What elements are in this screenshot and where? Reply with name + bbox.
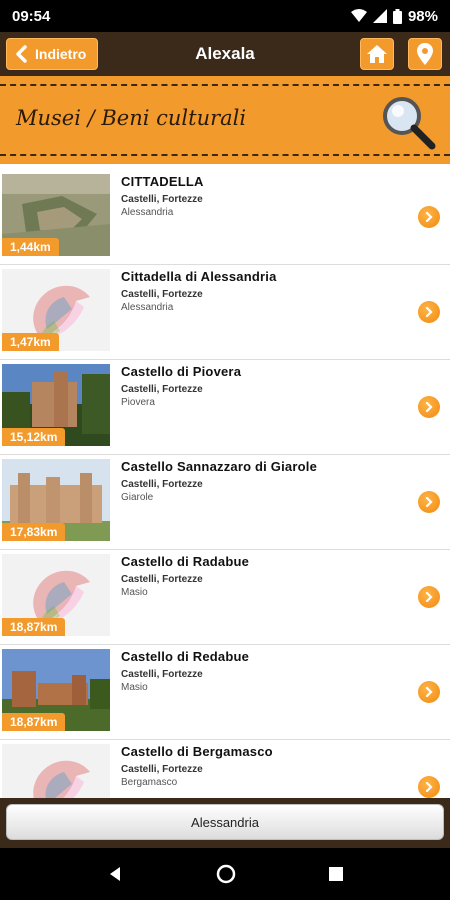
item-title: Castello di Piovera bbox=[121, 364, 242, 379]
magnifier-icon[interactable] bbox=[380, 94, 436, 150]
list-item[interactable]: 1,47km Cittadella di Alessandria Castell… bbox=[0, 265, 450, 360]
item-category: Castelli, Fortezze bbox=[121, 574, 203, 585]
chevron-right-icon[interactable] bbox=[418, 206, 440, 228]
chevron-right-icon[interactable] bbox=[418, 586, 440, 608]
thumbnail-placeholder bbox=[2, 744, 110, 800]
status-time: 09:54 bbox=[12, 7, 51, 25]
signal-icon bbox=[372, 9, 387, 23]
item-town: Alessandria bbox=[121, 207, 174, 218]
item-category: Castelli, Fortezze bbox=[121, 479, 203, 490]
map-button[interactable] bbox=[408, 38, 442, 70]
item-title: Castello di Radabue bbox=[121, 554, 250, 569]
system-nav-bar bbox=[0, 848, 450, 900]
item-category: Castelli, Fortezze bbox=[121, 384, 203, 395]
distance-badge: 1,47km bbox=[2, 333, 59, 351]
home-icon bbox=[367, 45, 387, 63]
item-category: Castelli, Fortezze bbox=[121, 194, 203, 205]
status-bar: 09:54 98% bbox=[0, 0, 450, 32]
back-button[interactable]: Indietro bbox=[6, 38, 98, 70]
battery-level: 98% bbox=[407, 7, 438, 25]
thumbnail-placeholder: 18,87km bbox=[2, 554, 110, 636]
item-title: Castello Sannazzaro di Giarole bbox=[121, 459, 317, 474]
distance-badge: 15,12km bbox=[2, 428, 66, 446]
item-title: Cittadella di Alessandria bbox=[121, 269, 277, 284]
section-title: Musei / Beni culturali bbox=[16, 106, 247, 130]
list-item[interactable]: 18,87km Castello di Redabue Castelli, Fo… bbox=[0, 645, 450, 740]
item-town: Masio bbox=[121, 587, 148, 598]
list-item[interactable]: 1,44km CITTADELLA Castelli, Fortezze Ale… bbox=[0, 170, 450, 265]
thumbnail-placeholder: 1,47km bbox=[2, 269, 110, 351]
section-header: Musei / Beni culturali bbox=[0, 76, 450, 164]
chevron-right-icon[interactable] bbox=[418, 396, 440, 418]
thumbnail-castle-photo: 17,83km bbox=[2, 459, 110, 541]
list-item[interactable]: 17,83km Castello Sannazzaro di Giarole C… bbox=[0, 455, 450, 550]
battery-icon bbox=[392, 8, 402, 24]
back-button-label: Indietro bbox=[35, 46, 87, 62]
home-circle-icon[interactable] bbox=[216, 864, 236, 884]
recents-square-icon[interactable] bbox=[328, 866, 344, 882]
item-town: Alessandria bbox=[121, 302, 174, 313]
poi-list: 1,44km CITTADELLA Castelli, Fortezze Ale… bbox=[0, 170, 450, 800]
item-town: Piovera bbox=[121, 397, 155, 408]
dashed-divider bbox=[0, 84, 450, 86]
item-title: CITTADELLA bbox=[121, 174, 204, 189]
chevron-right-icon[interactable] bbox=[418, 776, 440, 798]
chevron-left-icon bbox=[16, 45, 27, 63]
distance-badge: 1,44km bbox=[2, 238, 59, 256]
thumbnail-castle-photo: 15,12km bbox=[2, 364, 110, 446]
back-triangle-icon[interactable] bbox=[106, 865, 124, 883]
item-category: Castelli, Fortezze bbox=[121, 289, 203, 300]
map-pin-icon bbox=[417, 43, 433, 65]
distance-badge: 18,87km bbox=[2, 713, 66, 731]
bottom-bar: Alessandria bbox=[0, 798, 450, 848]
distance-badge: 18,87km bbox=[2, 618, 66, 636]
chevron-right-icon[interactable] bbox=[418, 301, 440, 323]
item-title: Castello di Redabue bbox=[121, 649, 250, 664]
app-bar: Indietro Alexala bbox=[0, 32, 450, 76]
item-town: Bergamasco bbox=[121, 777, 178, 788]
list-item[interactable]: Castello di Bergamasco Castelli, Fortezz… bbox=[0, 740, 450, 800]
item-town: Giarole bbox=[121, 492, 154, 503]
thumbnail-aerial-fortress: 1,44km bbox=[2, 174, 110, 256]
parrot-logo-icon bbox=[2, 744, 110, 800]
status-icons: 98% bbox=[350, 7, 438, 25]
list-item[interactable]: 18,87km Castello di Radabue Castelli, Fo… bbox=[0, 550, 450, 645]
wifi-icon bbox=[350, 9, 367, 22]
list-item[interactable]: 15,12km Castello di Piovera Castelli, Fo… bbox=[0, 360, 450, 455]
thumbnail-castle-photo: 18,87km bbox=[2, 649, 110, 731]
chevron-right-icon[interactable] bbox=[418, 681, 440, 703]
dashed-divider bbox=[0, 154, 450, 156]
item-category: Castelli, Fortezze bbox=[121, 764, 203, 775]
item-title: Castello di Bergamasco bbox=[121, 744, 273, 759]
home-button[interactable] bbox=[360, 38, 394, 70]
item-category: Castelli, Fortezze bbox=[121, 669, 203, 680]
chevron-right-icon[interactable] bbox=[418, 491, 440, 513]
distance-badge: 17,83km bbox=[2, 523, 66, 541]
item-town: Masio bbox=[121, 682, 148, 693]
city-selector-button[interactable]: Alessandria bbox=[6, 804, 444, 840]
